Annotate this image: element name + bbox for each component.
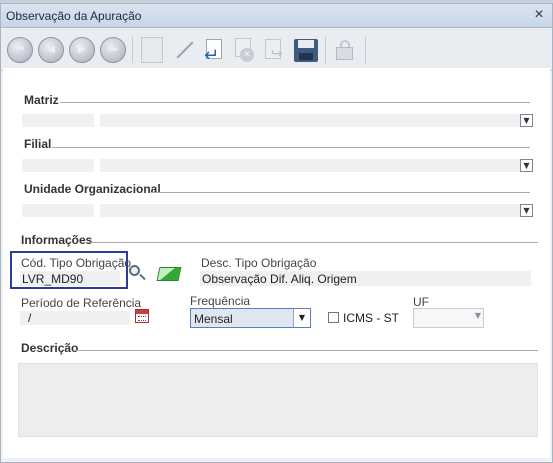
frequencia-label: Frequência: [190, 294, 251, 308]
chevron-down-icon[interactable]: ▼: [293, 309, 310, 327]
toolbar-separator: [325, 37, 326, 63]
last-record-button[interactable]: ⏭: [100, 37, 126, 63]
window-title: Observação da Apuração: [6, 9, 142, 23]
frequencia-select[interactable]: Mensal ▼: [190, 308, 311, 328]
desc-tipo-obrigacao-value: Observação Dif. Aliq. Origem: [202, 272, 357, 286]
descricao-textarea[interactable]: [18, 363, 538, 437]
section-divider: [152, 192, 530, 193]
chevron-down-icon[interactable]: ▼: [520, 204, 533, 217]
calendar-icon[interactable]: [135, 309, 149, 323]
uf-select[interactable]: ▼: [413, 308, 484, 328]
section-matriz-label: Matriz: [24, 93, 59, 107]
previous-record-icon: ◀: [47, 44, 55, 55]
first-record-icon: ⏮: [15, 44, 25, 55]
section-filial-label: Filial: [24, 137, 52, 151]
icms-st-checkbox[interactable]: [328, 312, 339, 323]
toolbar: ⏮ ◀ ▶ ⏭ ↵ × ↪: [1, 29, 552, 71]
unidade-name-combo[interactable]: [100, 204, 520, 217]
first-record-button[interactable]: ⏮: [7, 37, 33, 63]
chevron-down-icon[interactable]: ▼: [520, 159, 533, 172]
edit-icon[interactable]: [171, 37, 197, 63]
icms-st-label: ICMS - ST: [343, 311, 399, 325]
delete-icon[interactable]: ×: [231, 37, 257, 63]
desc-tipo-obrigacao-label: Desc. Tipo Obrigação: [201, 256, 317, 270]
section-divider: [60, 102, 530, 103]
section-unidade-label: Unidade Organizacional: [24, 182, 161, 196]
periodo-referencia-field[interactable]: [20, 311, 130, 325]
clear-eraser-icon[interactable]: [156, 267, 182, 281]
floppy-disk-icon[interactable]: [292, 37, 318, 63]
toolbar-separator: [132, 37, 133, 63]
next-record-icon: ▶: [78, 44, 86, 55]
save-edit-icon[interactable]: ↵: [201, 37, 227, 66]
section-divider: [52, 147, 530, 148]
section-divider: [88, 242, 538, 243]
last-record-icon: ⏭: [108, 44, 118, 55]
periodo-referencia-label: Período de Referência: [21, 296, 142, 310]
matriz-code-field[interactable]: [22, 114, 94, 127]
cod-tipo-obrigacao-value: LVR_MD90: [22, 272, 84, 286]
section-informacoes-label: Informações: [21, 233, 93, 247]
chevron-down-icon[interactable]: ▼: [475, 311, 481, 320]
title-bar: Observação da Apuração ×: [1, 4, 552, 28]
new-document-icon[interactable]: [141, 37, 163, 63]
uf-label: UF: [413, 295, 429, 309]
next-record-button[interactable]: ▶: [69, 37, 95, 63]
unidade-code-field[interactable]: [22, 204, 94, 217]
chevron-down-icon[interactable]: ▼: [520, 114, 533, 127]
cancel-icon[interactable]: ↪: [261, 37, 287, 63]
previous-record-button[interactable]: ◀: [38, 37, 64, 63]
cod-tipo-obrigacao-label: Cód. Tipo Obrigação: [21, 256, 132, 270]
lock-icon[interactable]: [331, 37, 357, 63]
search-icon[interactable]: [129, 265, 147, 283]
section-divider: [76, 350, 538, 351]
toolbar-separator: [365, 37, 366, 63]
periodo-referencia-value: /: [28, 311, 32, 325]
filial-code-field[interactable]: [22, 159, 94, 172]
section-descricao-label: Descrição: [21, 341, 79, 355]
matriz-name-combo[interactable]: [100, 114, 520, 127]
close-icon[interactable]: ×: [530, 6, 548, 24]
frequencia-value: Mensal: [194, 312, 233, 326]
filial-name-combo[interactable]: [100, 159, 520, 172]
